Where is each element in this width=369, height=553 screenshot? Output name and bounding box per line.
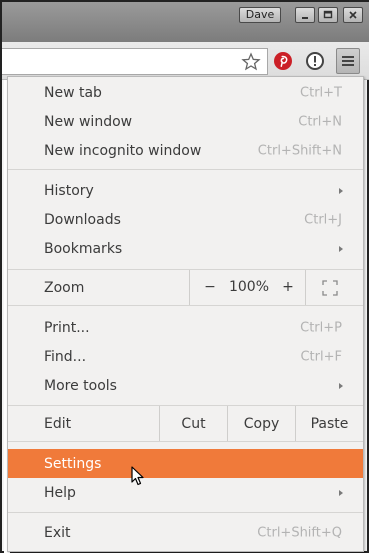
fullscreen-icon[interactable] [318,276,342,300]
menu-separator [8,269,363,270]
menu-item-new-window[interactable]: New window Ctrl+N [8,107,363,136]
maximize-icon [323,10,333,19]
menu-item-more-tools[interactable]: More tools [8,371,363,400]
submenu-arrow-icon [339,245,343,252]
menu-item-find[interactable]: Find... Ctrl+F [8,342,363,371]
menu-item-label: History [44,182,94,199]
title-bar: Dave [2,2,369,42]
menu-item-print[interactable]: Print... Ctrl+P [8,313,363,342]
minimize-icon [302,17,308,19]
menu-item-label: More tools [44,377,117,394]
address-bar[interactable] [2,48,268,75]
submenu-arrow-icon [339,382,343,389]
menu-item-label: New tab [44,84,102,101]
menu-item-label: Print... [44,319,90,336]
menu-separator [8,305,363,306]
cut-button[interactable]: Cut [160,410,227,439]
submenu-arrow-icon [339,187,343,194]
paste-button[interactable]: Paste [296,410,363,439]
menu-separator [8,512,363,513]
zoom-out-button[interactable]: − [196,273,224,302]
zoom-divider [189,270,190,305]
menu-item-label: Bookmarks [44,240,123,257]
minimize-button[interactable] [295,7,315,23]
shortcut-text: Ctrl+J [304,212,342,227]
profile-button[interactable]: Dave [239,7,281,23]
app-menu: New tab Ctrl+T New window Ctrl+N New inc… [7,76,364,552]
menu-item-label: New window [44,113,133,130]
menu-item-help[interactable]: Help [8,478,363,507]
menu-item-label: Downloads [44,211,121,228]
menu-item-label: New incognito window [44,142,202,159]
profile-name: Dave [245,8,275,21]
menu-item-label: Settings [44,455,102,472]
menu-separator [8,405,363,406]
menu-item-downloads[interactable]: Downloads Ctrl+J [8,205,363,234]
zoom-in-button[interactable]: + [274,273,302,302]
menu-item-label: Zoom [44,280,85,296]
zoom-level: 100% [228,279,270,295]
shortcut-text: Ctrl+T [300,85,342,100]
menu-separator [8,441,363,442]
close-button[interactable] [343,7,363,23]
hamburger-menu-icon[interactable] [336,48,360,74]
submenu-arrow-icon [339,489,343,496]
shortcut-text: Ctrl+Shift+N [257,143,342,158]
menu-item-bookmarks[interactable]: Bookmarks [8,234,363,263]
maximize-button[interactable] [318,7,338,23]
menu-item-exit[interactable]: Exit Ctrl+Shift+Q [8,518,363,547]
shortcut-text: Ctrl+Shift+Q [257,525,342,540]
menu-separator [8,169,363,170]
menu-item-label: Help [44,484,76,501]
zoom-divider [305,270,306,305]
pinterest-icon[interactable] [272,50,294,72]
menu-item-history[interactable]: History [8,176,363,205]
shortcut-text: Ctrl+P [300,320,342,335]
menu-item-label: Find... [44,348,87,365]
close-icon [349,11,357,19]
menu-item-zoom: Zoom [8,273,363,303]
shortcut-text: Ctrl+F [300,349,342,364]
exclamation-circle-icon[interactable] [304,50,326,72]
menu-item-label: Edit [44,416,72,432]
copy-button[interactable]: Copy [228,410,295,439]
shortcut-text: Ctrl+N [298,114,342,129]
menu-item-new-incognito-window[interactable]: New incognito window Ctrl+Shift+N [8,136,363,165]
browser-window: Dave New tab Ctrl+T New window Ctrl+N Ne… [0,0,369,553]
mouse-pointer-icon [131,466,145,490]
star-icon[interactable] [240,51,262,73]
menu-item-label: Exit [44,524,71,541]
menu-item-settings[interactable]: Settings [8,449,363,478]
menu-item-new-tab[interactable]: New tab Ctrl+T [8,78,363,107]
